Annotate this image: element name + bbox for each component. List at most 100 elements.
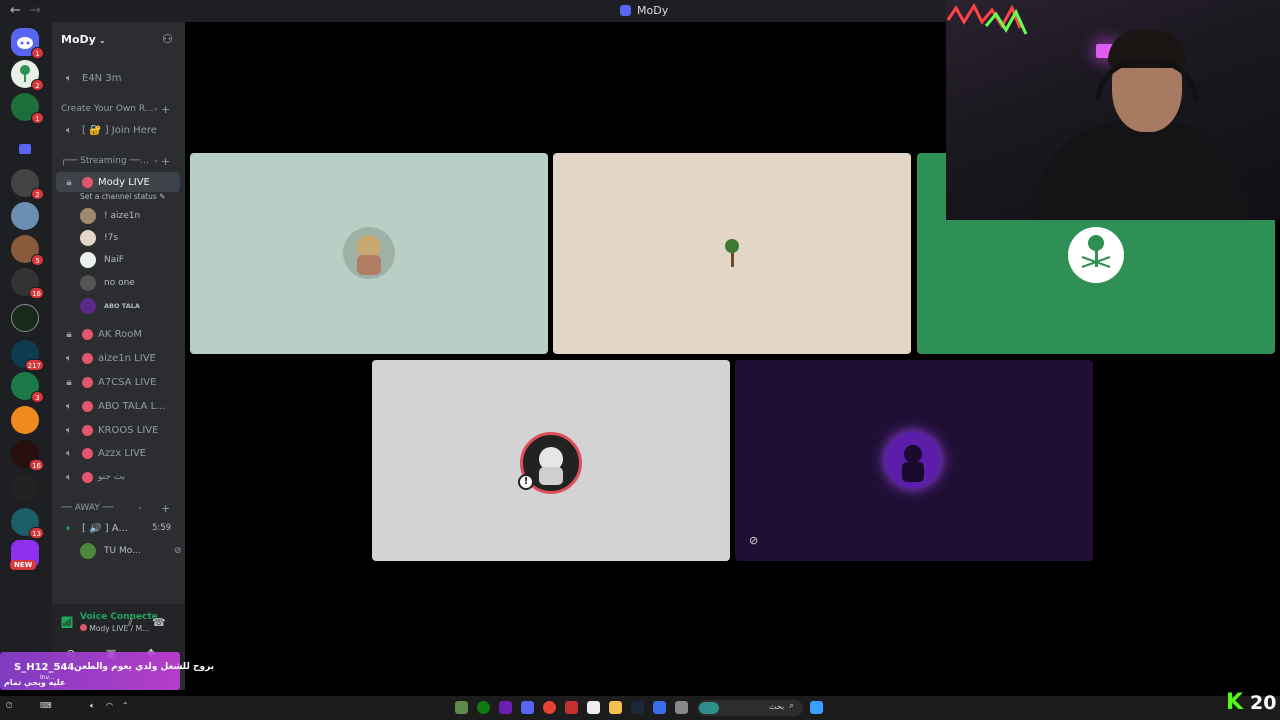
steam-icon[interactable] xyxy=(631,701,644,714)
pencil-icon: ✎ xyxy=(159,192,166,201)
voice-channel[interactable]: 🔈︎ Azzx LIVE xyxy=(52,443,185,463)
mention-badge: 3 xyxy=(31,391,44,403)
category-header[interactable]: ┌── Streaming ──... ⌄ + xyxy=(61,155,170,168)
server-icon[interactable] xyxy=(11,202,39,230)
voice-channel[interactable]: 🔈︎ KROOS LIVE xyxy=(52,420,185,440)
xbox-icon[interactable] xyxy=(477,701,490,714)
chevron-up-icon[interactable]: ⌃ xyxy=(122,701,129,710)
server-icon[interactable] xyxy=(11,474,39,502)
voice-user[interactable]: ! aize1n xyxy=(80,206,140,226)
add-channel-icon[interactable]: + xyxy=(161,155,170,168)
participant-tile[interactable]: ! xyxy=(372,360,730,561)
wifi-icon[interactable]: ◠ xyxy=(106,701,113,710)
voice-channel[interactable]: 🔈︎ E4N 3m xyxy=(52,68,185,88)
windows-start-icon[interactable] xyxy=(810,701,823,714)
server-icon[interactable] xyxy=(11,304,39,332)
search-input[interactable]: بحث ⌕ xyxy=(697,700,803,716)
app-icon[interactable] xyxy=(455,701,468,714)
voice-channel-link[interactable]: Mody LIVE / M... xyxy=(80,624,149,633)
lock-icon: 🔒︎ xyxy=(66,328,72,340)
server-icon[interactable]: 217 xyxy=(11,340,44,371)
voice-channel[interactable]: 🔈︎ aize1n LIVE xyxy=(52,348,185,368)
chrome-icon[interactable] xyxy=(543,701,556,714)
server-icon[interactable]: 16 xyxy=(11,440,44,471)
volume-icon[interactable]: 🔈︎ xyxy=(90,701,95,711)
taskbar: 🕐︎ ⌨︎ 🔈︎ ◠ ⌃ بحث ⌕ xyxy=(0,696,1280,720)
speaker-icon: 🔈︎ xyxy=(66,400,72,412)
kick-logo-icon: K xyxy=(1226,690,1244,715)
add-channel-icon[interactable]: + xyxy=(161,502,170,515)
folder-icon[interactable] xyxy=(11,135,39,163)
server-icon[interactable]: 3 xyxy=(11,372,44,403)
add-channel-icon[interactable]: + xyxy=(161,103,170,116)
participant-tile[interactable]: ⊘ xyxy=(735,360,1093,561)
avatar xyxy=(80,230,96,246)
channel-sidebar: MoDy ⌄ ⚇ 🔈︎ E4N 3m Create Your Own R... ⌄… xyxy=(52,22,185,690)
new-badge: NEW xyxy=(10,560,37,570)
speaker-icon: 🔈︎ xyxy=(66,352,72,364)
voice-user[interactable]: no one xyxy=(80,273,135,293)
server-name-header[interactable]: MoDy ⌄ xyxy=(61,33,106,46)
server-icon[interactable]: 1 xyxy=(11,93,44,124)
voice-user[interactable]: !7s xyxy=(80,228,118,248)
speaker-icon: 🔈︎ xyxy=(66,424,72,436)
app-icon[interactable] xyxy=(499,701,512,714)
mention-badge: 16 xyxy=(29,287,44,299)
live-dot-icon xyxy=(82,352,93,364)
category-header[interactable]: Create Your Own R... ⌄ + xyxy=(61,103,170,116)
search-icon: ⌕ xyxy=(789,701,795,711)
back-arrow-icon[interactable]: ← xyxy=(10,3,21,18)
noise-suppression-icon[interactable]: ⫽ xyxy=(128,616,133,630)
server-icon[interactable]: 2 xyxy=(11,60,44,91)
app-icon[interactable] xyxy=(653,701,666,714)
discord-home-icon[interactable]: 1 xyxy=(11,28,44,59)
keyboard-icon[interactable]: ⌨︎ xyxy=(40,701,52,710)
app-icon[interactable] xyxy=(565,701,578,714)
app-icon[interactable] xyxy=(587,701,600,714)
avatar xyxy=(80,252,96,268)
speaker-icon: 🔈︎ xyxy=(66,522,72,534)
server-icon[interactable]: 13 xyxy=(11,508,44,539)
voice-channel-join[interactable]: 🔈︎ [ 🔐 ] Join Here xyxy=(52,120,185,140)
mention-badge: 1 xyxy=(31,47,44,59)
add-member-icon[interactable]: ⚇ xyxy=(162,32,173,46)
server-icon[interactable]: 2 xyxy=(11,169,44,200)
mention-badge: 2 xyxy=(31,188,44,200)
voice-channel[interactable]: 🔈︎ بث جنو xyxy=(52,467,185,487)
app-icon[interactable] xyxy=(675,701,688,714)
speaker-icon: 🔈︎ xyxy=(66,471,72,483)
kick-viewer-count: 20 xyxy=(1250,692,1277,714)
mention-badge: 2 xyxy=(31,79,44,91)
search-decoration-icon xyxy=(699,702,719,714)
voice-channel[interactable]: 🔒︎ A7CSA LIVE xyxy=(52,372,185,392)
category-header[interactable]: ── AWAY ── ⌄ + xyxy=(61,502,170,515)
participant-tile[interactable] xyxy=(190,153,548,354)
live-dot-icon xyxy=(82,471,93,483)
voice-user[interactable]: ABO TALA ⊘ xyxy=(80,296,140,316)
folder-icon[interactable] xyxy=(609,701,622,714)
stream-chat-overlay: S_H12_544 بروح للشغل ولدي يعوم والطعن عل… xyxy=(0,648,214,694)
webcam-feed xyxy=(946,0,1280,220)
avatar xyxy=(885,432,941,488)
server-icon[interactable]: 5 xyxy=(11,235,44,266)
discord-icon[interactable] xyxy=(521,701,534,714)
chevron-down-icon: ⌄ xyxy=(153,156,159,164)
participant-tile[interactable] xyxy=(553,153,911,354)
voice-channel[interactable]: 🔈︎ ABO TALA L... xyxy=(52,396,185,416)
chevron-down-icon: ⌄ xyxy=(153,104,159,112)
signal-icon[interactable]: 📶︎ xyxy=(60,616,74,629)
live-dot-icon xyxy=(82,424,93,436)
forward-arrow-icon[interactable]: → xyxy=(30,3,41,18)
voice-channel[interactable]: 🔈︎ [ 🔊 ] A... 5:59 xyxy=(52,518,185,538)
avatar xyxy=(706,227,758,279)
channel-status-hint[interactable]: Set a channel status ✎ xyxy=(80,192,165,201)
disconnect-icon[interactable]: ☎︎ xyxy=(152,616,166,629)
voice-user[interactable]: NaiF xyxy=(80,250,124,270)
voice-user[interactable]: TU Mo... ⊘ ⊗ xyxy=(80,541,182,561)
voice-channel[interactable]: 🔒︎ AK RooM xyxy=(52,324,185,344)
voice-channel-active[interactable]: 🔒︎ Mody LIVE xyxy=(56,172,180,192)
live-dot-icon xyxy=(80,624,87,631)
server-icon[interactable] xyxy=(11,406,39,434)
server-icon[interactable]: 16 xyxy=(11,268,44,299)
server-rail: 1 2 1 2 5 16 217 3 16 13 NEW xyxy=(0,22,52,690)
